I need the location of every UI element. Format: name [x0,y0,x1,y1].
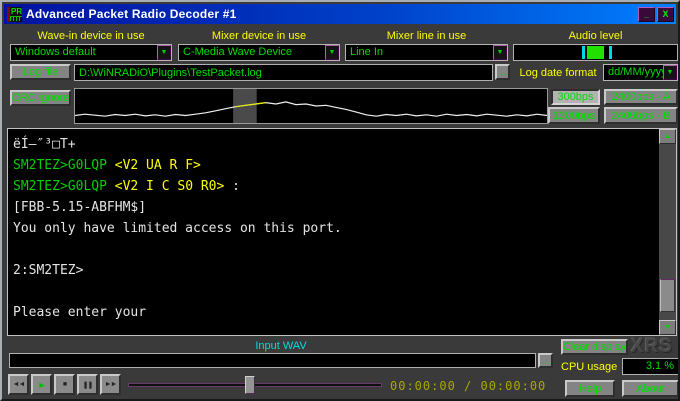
play-icon: ► [37,379,47,390]
mixer-device-group: Mixer device in use C-Media Wave Device … [178,30,340,62]
terminal-line: ëÍ–″³□T+ [13,134,659,155]
terminal-segment: ëÍ–″³□T+ [13,137,76,152]
wave-in-select[interactable]: Windows default ▼ [10,44,172,61]
meter-tick [608,46,612,59]
stop-button[interactable]: ■ [54,374,75,395]
time-display: 00:00:00 / 00:00:00 [390,379,547,393]
terminal-segment: [FBB-5.15-ABFHM$] [13,200,147,215]
log-file-button[interactable]: Log file [10,64,71,80]
window-title: Advanced Packet Radio Decoder #1 [26,7,237,21]
terminal-line: [FBB-5.15-ABFHM$] [13,197,659,218]
help-button[interactable]: Help [565,380,615,397]
scroll-up-button[interactable]: ▲ [659,129,676,144]
mixer-device-label: Mixer device in use [211,30,307,42]
meter-level-block [587,46,604,59]
app-window: PR Advanced Packet Radio Decoder #1 _ X … [0,0,680,401]
terminal-segment: <V2 I C S0 R0> [106,179,225,194]
wav-browse-button[interactable]: ... [538,353,553,368]
crc-ignore-button[interactable]: CRC ignore [10,90,71,106]
mixer-line-group: Mixer line in use Line In ▼ [345,30,508,62]
wave-in-label: Wave-in device in use [37,30,145,42]
terminal-line: SM2TEZ>G0LQP <V2 I C S0 R0> : [13,176,659,197]
terminal-segment: SM2TEZ>G0LQP [13,179,107,194]
mixer-line-label: Mixer line in use [386,30,467,42]
spectrum-svg [74,89,548,123]
decoder-terminal: ëÍ–″³□T+ SM2TEZ>G0LQP <V2 UA R F> SM2TEZ>G… [7,128,677,336]
bps-2400a-button[interactable]: 2400bps - A [604,89,678,105]
app-icon-label: PR [11,6,22,16]
mixer-device-select[interactable]: C-Media Wave Device ▼ [178,44,340,61]
scroll-up-icon: ▲ [664,133,671,140]
xrs-logo: XRS [631,336,674,357]
terminal-segment: Please enter your [13,305,147,320]
fast-forward-button[interactable]: ►► [100,374,121,395]
terminal-segment: 2:SM2TEZ> [13,263,84,278]
seek-slider-track[interactable] [128,383,382,387]
cpu-usage-value: 3.1 % [622,358,678,375]
spectrum-display[interactable] [74,88,548,124]
cpu-usage-label: CPU usage [561,361,618,373]
mixer-device-value: C-Media Wave Device [183,46,293,58]
log-date-format-label: Log date format [519,67,597,79]
terminal-text: ëÍ–″³□T+ SM2TEZ>G0LQP <V2 UA R F> SM2TEZ>G… [8,129,659,335]
wave-in-group: Wave-in device in use Windows default ▼ [10,30,172,62]
close-icon: X [662,8,669,19]
terminal-line: Please enter your [13,302,659,323]
terminal-line: 2:SM2TEZ> [13,260,659,281]
chevron-down-icon[interactable]: ▼ [493,45,507,60]
meter-tick [582,46,586,59]
clear-display-button[interactable]: Clear display [561,339,628,355]
scroll-down-icon: ▼ [664,324,671,331]
close-button[interactable]: X [657,6,674,22]
audio-level-label: Audio level [568,30,623,42]
pause-icon: ❚❚ [82,381,94,389]
fast-forward-icon: ►► [104,381,118,388]
wave-in-value: Windows default [15,46,96,58]
minimize-icon: _ [643,8,649,19]
pause-button[interactable]: ❚❚ [77,374,98,395]
terminal-segment: SM2TEZ>G0LQP [13,158,107,173]
scrollbar-thumb[interactable] [660,279,675,312]
seek-slider-thumb[interactable] [244,376,255,394]
seek-slider[interactable] [128,376,382,394]
chevron-down-icon[interactable]: ▼ [663,65,677,80]
stop-icon: ■ [62,381,67,388]
play-button[interactable]: ► [31,374,52,395]
bps-2400b-button[interactable]: 2400bps - B [604,107,678,124]
terminal-segment: : [224,179,240,194]
terminal-segment: You only have limited access on this por… [13,221,342,236]
title-bar[interactable]: PR Advanced Packet Radio Decoder #1 _ X [4,4,676,24]
chevron-down-icon[interactable]: ▼ [157,45,171,60]
terminal-line: You only have limited access on this por… [13,218,659,239]
audio-level-meter [513,44,678,61]
terminal-scrollbar[interactable]: ▲ ▼ [659,129,676,335]
rewind-icon: ◄◄ [12,381,26,388]
input-wav-label: Input WAV [255,340,307,352]
spectrum-trace [74,101,548,117]
minimize-button[interactable]: _ [638,6,655,22]
log-date-format-select[interactable]: dd/MM/yyyy ▼ [603,64,678,81]
audio-level-group: Audio level [513,30,678,62]
input-wav-field[interactable] [9,353,536,368]
bps-300-button[interactable]: 300bps [551,89,600,105]
log-date-format-value: dd/MM/yyyy [608,66,663,78]
log-path-field[interactable] [74,64,493,81]
terminal-segment: <V2 UA R F> [106,158,201,173]
rewind-button[interactable]: ◄◄ [8,374,29,395]
about-button[interactable]: About [622,380,678,397]
scroll-down-button[interactable]: ▼ [659,320,676,335]
chevron-down-icon[interactable]: ▼ [325,45,339,60]
mixer-line-value: Line In [350,46,384,58]
log-browse-button[interactable]: ... [495,64,510,80]
bps-1200-button[interactable]: 1200bps [548,107,600,124]
mixer-line-select[interactable]: Line In ▼ [345,44,508,61]
app-icon: PR [7,6,22,22]
app-icon-comb [10,15,22,21]
terminal-line: SM2TEZ>G0LQP <V2 UA R F> [13,155,659,176]
